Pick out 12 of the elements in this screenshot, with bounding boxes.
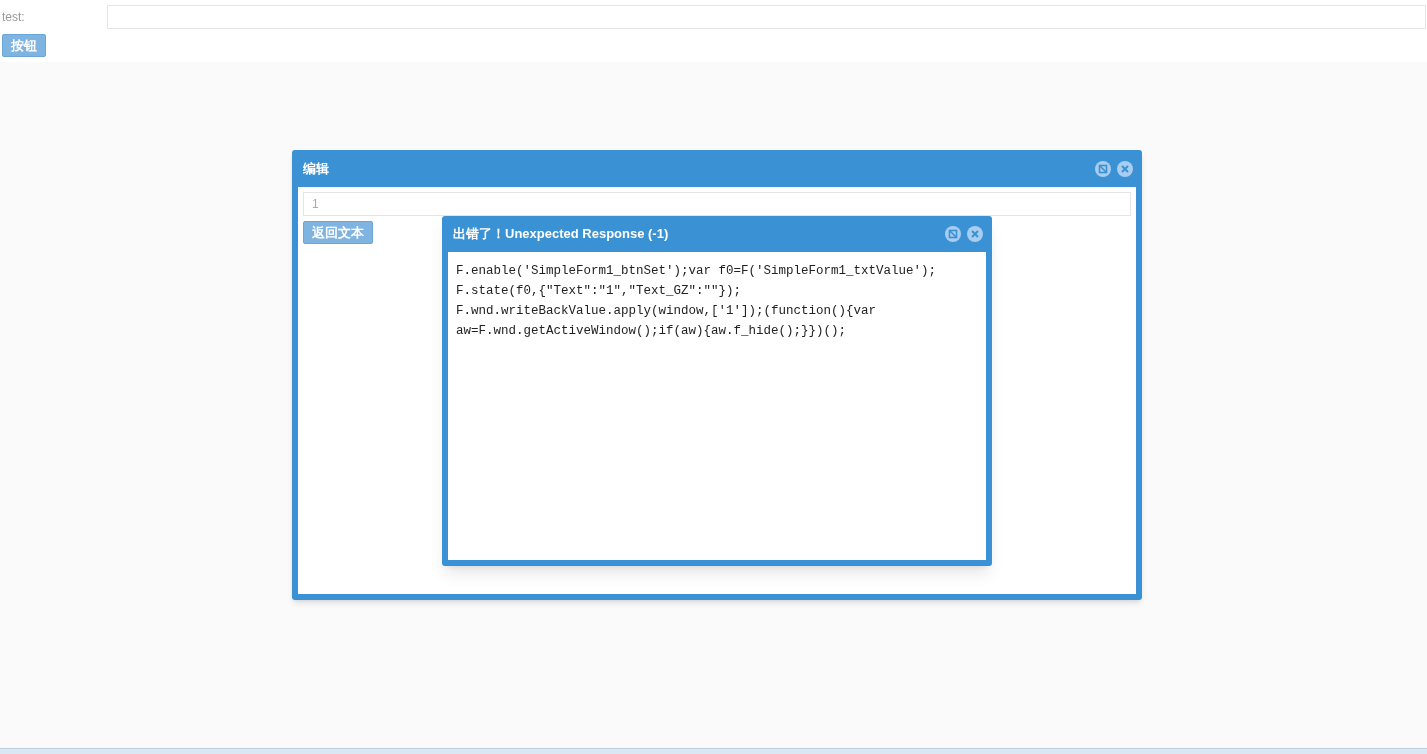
input-field[interactable]: 1 [303, 192, 1131, 216]
return-text-button[interactable]: 返回文本 [303, 221, 373, 244]
submit-button[interactable]: 按钮 [2, 34, 46, 57]
maximize-icon[interactable] [945, 226, 961, 242]
dialog-title: 编辑 [303, 159, 329, 178]
maximize-icon[interactable] [1095, 160, 1111, 177]
field-label: test: [1, 9, 26, 26]
close-icon[interactable] [967, 226, 983, 242]
input-field[interactable] [107, 5, 1426, 29]
error-message: F.enable('SimpleForm1_btnSet');var f0=F('SimpleForm1_txtValue'); F.state(f0,{"Text":"1","Text_GZ":""}); F.wnd.writeBackValue.apply(window,['1']);(function(){var aw=F.wnd.getActiveWindow();if(aw){aw.f_hide();}})(); [456, 263, 938, 340]
error-title: 出错了！Unexpected Response (-1) [453, 225, 669, 244]
close-icon[interactable] [1117, 160, 1133, 177]
